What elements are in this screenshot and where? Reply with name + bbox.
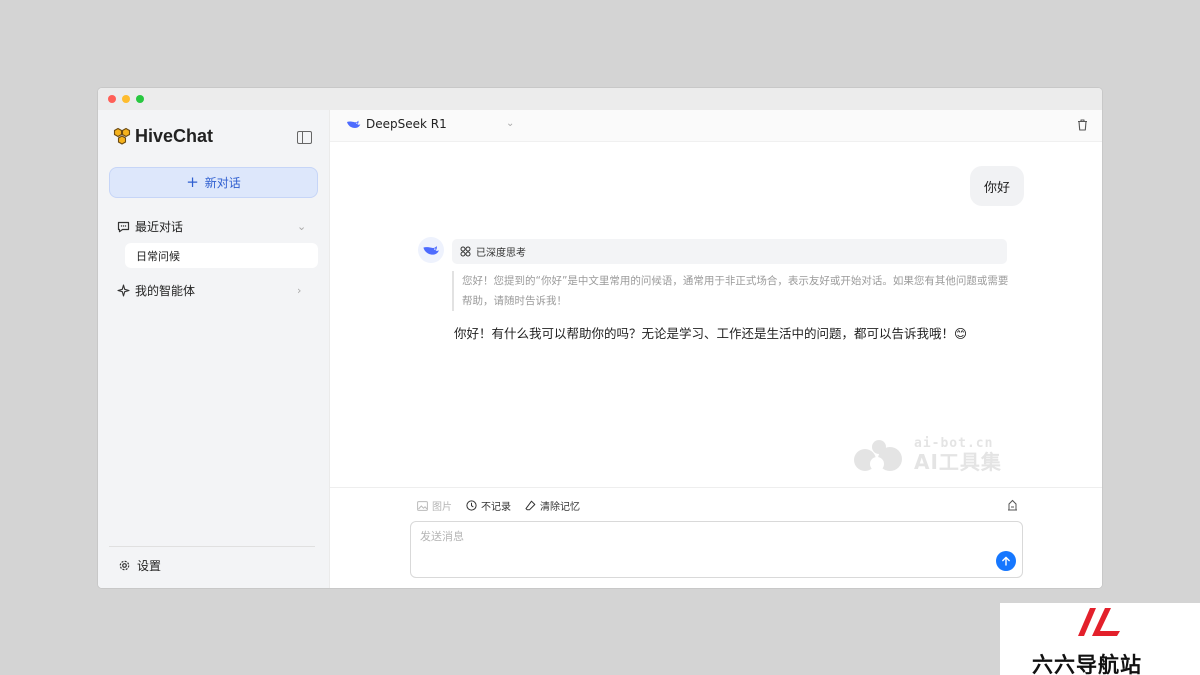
- settings-label: 设置: [137, 559, 162, 573]
- title-bar: [98, 88, 1102, 110]
- whale-icon: [347, 120, 361, 128]
- sidebar-section-recent[interactable]: 最近对话 ⌄: [117, 218, 306, 235]
- image-icon: [417, 500, 428, 511]
- new-chat-label: 新对话: [204, 176, 241, 190]
- settings-button[interactable]: 设置: [118, 557, 161, 574]
- plus-icon: +: [186, 173, 199, 191]
- reasoning-toggle[interactable]: 已深度思考: [452, 239, 1007, 264]
- recent-label: 最近对话: [135, 220, 184, 234]
- chat-main: DeepSeek R1 ⌄ 你好 已深度思考 您好！您提到的“你好”是中文里常用…: [330, 110, 1102, 588]
- close-window-button[interactable]: [108, 95, 116, 103]
- model-name: DeepSeek R1: [366, 117, 447, 131]
- history-icon[interactable]: [1007, 499, 1018, 511]
- minimize-window-button[interactable]: [122, 95, 130, 103]
- no-record-label: 不记录: [481, 502, 511, 513]
- no-record-button[interactable]: 不记录: [466, 498, 511, 513]
- message-input[interactable]: [411, 522, 1022, 577]
- chevron-down-icon[interactable]: ⌄: [506, 118, 514, 129]
- maximize-window-button[interactable]: [136, 95, 144, 103]
- model-selector[interactable]: DeepSeek R1: [346, 117, 447, 131]
- message-input-box: [410, 521, 1023, 578]
- composer-toolbar: 图片 不记录 清除记忆: [417, 498, 580, 513]
- watermark-domain: ai-bot.cn: [914, 435, 994, 451]
- user-message-text: 你好: [983, 180, 1010, 196]
- chat-bubble-icon: [117, 221, 130, 232]
- brand: HiveChat: [112, 126, 213, 147]
- app-name: HiveChat: [135, 126, 214, 146]
- whale-icon: [423, 246, 439, 255]
- site-logo-icon: [1078, 608, 1120, 636]
- assistant-avatar: [418, 237, 444, 263]
- eraser-icon: [525, 500, 536, 511]
- image-label: 图片: [432, 502, 452, 513]
- conversation-title: 日常问候: [136, 249, 180, 263]
- user-message: 你好: [969, 166, 1024, 206]
- reasoning-label: 已深度思考: [476, 248, 526, 259]
- sidebar-section-agents[interactable]: 我的智能体 ›: [117, 282, 301, 299]
- composer: 图片 不记录 清除记忆: [330, 487, 1102, 588]
- clear-memory-label: 清除记忆: [540, 502, 580, 513]
- conversation-item[interactable]: 日常问候: [125, 243, 318, 268]
- honeycomb-logo-icon: [113, 127, 131, 145]
- chevron-right-icon: ›: [297, 284, 302, 297]
- clock-icon: [466, 500, 477, 511]
- trash-icon[interactable]: [1077, 119, 1088, 131]
- atom-icon: [460, 246, 471, 257]
- send-button[interactable]: [996, 551, 1016, 571]
- image-upload-button[interactable]: 图片: [417, 498, 452, 513]
- agents-label: 我的智能体: [135, 284, 196, 298]
- gear-icon: [119, 560, 130, 571]
- sparkle-icon: [117, 284, 130, 297]
- new-chat-button[interactable]: + 新对话: [109, 167, 318, 198]
- arrow-up-icon: [1002, 556, 1010, 566]
- assistant-answer: 你好！有什么我可以帮助你的吗？无论是学习、工作还是生活中的问题，都可以告诉我哦！…: [454, 326, 968, 341]
- clear-memory-button[interactable]: 清除记忆: [525, 498, 580, 513]
- badge-text: 六六导航站: [1032, 653, 1142, 675]
- sidebar-divider: [109, 546, 315, 547]
- cloud-logo-icon: [854, 440, 902, 471]
- app-window: HiveChat + 新对话 最近对话 ⌄ 日常问候 我的智能体 › 设置 De…: [98, 88, 1102, 588]
- sidebar-toggle-icon[interactable]: [297, 131, 312, 144]
- corner-badge: 六六导航站: [1000, 603, 1200, 675]
- watermark: ai-bot.cn AI工具集: [852, 436, 1002, 472]
- chevron-down-icon: ⌄: [297, 220, 307, 233]
- reasoning-content: 您好！您提到的“你好”是中文里常用的问候语，通常用于非正式场合，表示友好或开始对…: [452, 271, 1012, 311]
- sidebar: HiveChat + 新对话 最近对话 ⌄ 日常问候 我的智能体 › 设置: [98, 110, 330, 588]
- chat-header: DeepSeek R1 ⌄: [330, 110, 1102, 142]
- watermark-name: AI工具集: [914, 449, 1002, 474]
